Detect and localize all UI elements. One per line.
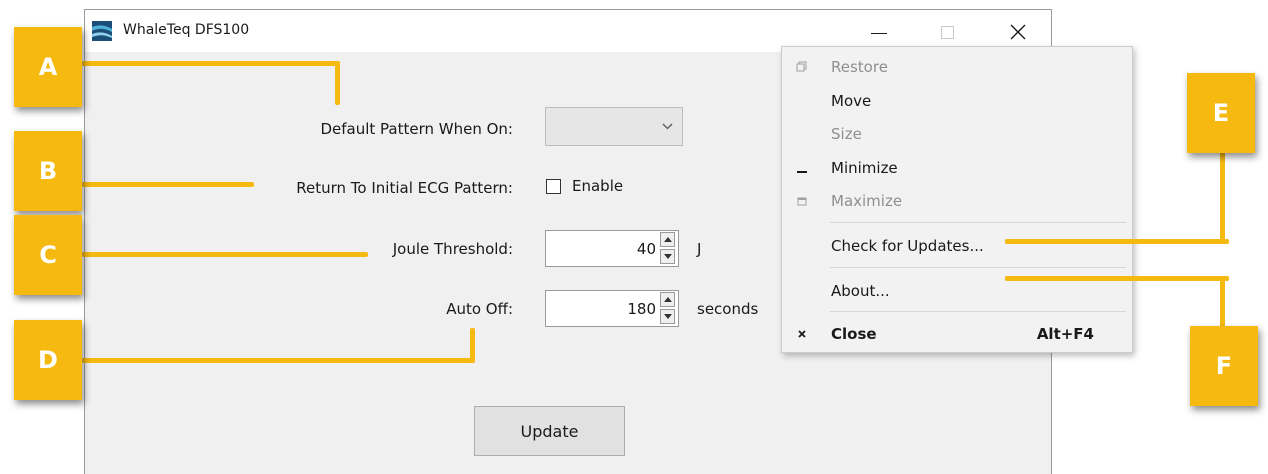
auto-off-spin-buttons	[660, 292, 677, 325]
callout-b: B	[14, 131, 82, 211]
app-logo-icon	[92, 21, 112, 41]
close-icon	[798, 330, 806, 338]
arrow-up-icon	[664, 297, 672, 302]
leader-c	[82, 252, 368, 257]
return-initial-label: Return To Initial ECG Pattern:	[296, 179, 513, 197]
leader-b	[82, 182, 254, 187]
default-pattern-label: Default Pattern When On:	[320, 120, 513, 138]
update-button[interactable]: Update	[474, 406, 625, 456]
maximize-icon	[797, 197, 807, 206]
annotated-screenshot: WhaleTeq DFS100 Default Pattern When On:…	[0, 0, 1268, 474]
leader-f-horizontal	[1005, 276, 1229, 281]
joule-increment-button[interactable]	[660, 232, 675, 247]
callout-f: F	[1190, 326, 1258, 406]
minimize-icon	[871, 33, 887, 34]
menu-item-restore[interactable]: Restore	[782, 51, 1132, 83]
arrow-down-icon	[664, 254, 672, 259]
leader-e-horizontal	[1005, 239, 1229, 244]
auto-off-label: Auto Off:	[446, 300, 513, 318]
callout-d: D	[14, 320, 82, 400]
auto-off-spinner[interactable]: 180	[545, 290, 679, 327]
joule-threshold-label: Joule Threshold:	[392, 240, 513, 258]
restore-icon	[796, 61, 807, 72]
default-pattern-select[interactable]	[545, 107, 683, 146]
menu-item-label: Move	[831, 92, 872, 110]
leader-a-horizontal	[82, 61, 340, 66]
leader-f-vertical	[1220, 276, 1225, 330]
maximize-icon	[941, 26, 954, 39]
menu-item-check-updates[interactable]: Check for Updates...	[782, 230, 1132, 262]
enable-checkbox[interactable]	[546, 179, 561, 194]
menu-separator	[830, 311, 1126, 312]
menu-item-label: Maximize	[831, 192, 903, 210]
menu-item-label: Close	[831, 325, 877, 343]
enable-checkbox-label[interactable]: Enable	[572, 177, 623, 195]
menu-item-label: Size	[831, 125, 862, 143]
window-title: WhaleTeq DFS100	[123, 22, 250, 38]
menu-item-label: Minimize	[831, 159, 898, 177]
menu-item-label: About...	[831, 282, 890, 300]
callout-c: C	[14, 215, 82, 295]
menu-item-move[interactable]: Move	[782, 85, 1132, 117]
menu-item-size[interactable]: Size	[782, 118, 1132, 150]
menu-item-shortcut: Alt+F4	[1036, 325, 1094, 343]
joule-threshold-value: 40	[636, 240, 656, 258]
system-menu: Restore Move Size Minimize Maximize Chec…	[781, 46, 1133, 353]
menu-separator	[830, 222, 1126, 223]
auto-off-decrement-button[interactable]	[660, 309, 675, 324]
joule-threshold-spinner[interactable]: 40	[545, 230, 679, 267]
menu-separator	[830, 267, 1126, 268]
leader-d-horizontal	[82, 358, 475, 363]
menu-item-maximize[interactable]: Maximize	[782, 185, 1132, 217]
chevron-down-icon	[662, 123, 673, 130]
minimize-icon	[797, 171, 807, 173]
joule-spin-buttons	[660, 232, 677, 265]
joule-decrement-button[interactable]	[660, 249, 675, 264]
menu-item-minimize[interactable]: Minimize	[782, 152, 1132, 184]
callout-a: A	[14, 27, 82, 107]
joule-unit: J	[697, 240, 702, 258]
leader-d-vertical	[470, 328, 475, 363]
menu-item-close[interactable]: Close Alt+F4	[782, 318, 1132, 350]
leader-e-vertical	[1220, 150, 1225, 244]
arrow-down-icon	[664, 314, 672, 319]
arrow-up-icon	[664, 237, 672, 242]
auto-off-unit: seconds	[697, 300, 759, 318]
auto-off-increment-button[interactable]	[660, 292, 675, 307]
menu-item-label: Check for Updates...	[831, 237, 984, 255]
menu-item-label: Restore	[831, 58, 888, 76]
auto-off-value: 180	[627, 300, 656, 318]
leader-a-vertical	[335, 61, 340, 105]
callout-e: E	[1187, 73, 1255, 153]
